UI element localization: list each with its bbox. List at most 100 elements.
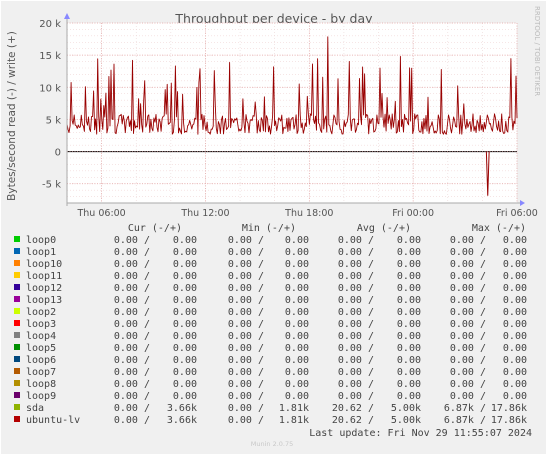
legend-cur-write: 0.00: [173, 379, 197, 390]
legend-name: ubuntu-lv: [26, 415, 80, 426]
legend-cur-write: 0.00: [173, 235, 197, 246]
y-tick-label: 5 k: [46, 115, 62, 126]
legend-min-read: 0.00 /: [228, 283, 264, 294]
y-tick-label: -5 k: [42, 180, 61, 191]
legend-cur-write: 3.66k: [167, 403, 197, 414]
x-tick-label: Thu 12:00: [180, 208, 229, 219]
header-max: Max (-/+): [472, 223, 526, 234]
y-tick-label: 10 k: [39, 83, 61, 94]
legend-cur-write: 0.00: [173, 391, 197, 402]
legend-max-read: 0.00 /: [450, 259, 486, 270]
legend-name: loop9: [26, 391, 56, 402]
legend-cur-write: 0.00: [173, 307, 197, 318]
legend-max-write: 0.00: [503, 235, 527, 246]
legend-avg-read: 0.00 /: [338, 331, 374, 342]
legend-swatch: [14, 344, 20, 350]
legend-max-read: 6.87k /: [444, 415, 486, 426]
legend-min-read: 0.00 /: [228, 295, 264, 306]
legend-avg-read: 20.62 /: [332, 415, 374, 426]
legend-max-read: 0.00 /: [450, 295, 486, 306]
legend-avg-read: 0.00 /: [338, 355, 374, 366]
header-cur: Cur (-/+): [128, 223, 182, 234]
legend-min-write: 0.00: [285, 307, 309, 318]
legend-min-read: 0.00 /: [228, 271, 264, 282]
legend-avg-read: 0.00 /: [338, 295, 374, 306]
legend-min-read: 0.00 /: [228, 247, 264, 258]
legend-max-write: 0.00: [503, 355, 527, 366]
legend-max-read: 0.00 /: [450, 307, 486, 318]
legend-name: sda: [26, 403, 44, 414]
legend-max-write: 17.86k: [491, 403, 527, 414]
y-tick-label: 20 k: [39, 19, 61, 30]
y-tick-label: 15 k: [39, 51, 61, 62]
legend-max-write: 0.00: [503, 343, 527, 354]
legend-cur-read: 0.00 /: [114, 403, 150, 414]
legend-avg-write: 5.00k: [391, 415, 421, 426]
y-tick-label: 0: [55, 148, 61, 159]
legend-max-read: 6.87k /: [444, 403, 486, 414]
legend-name: loop1: [26, 247, 56, 258]
legend-min-read: 0.00 /: [228, 403, 264, 414]
legend-name: loop0: [26, 235, 56, 246]
legend-avg-write: 5.00k: [391, 403, 421, 414]
legend-min-read: 0.00 /: [228, 235, 264, 246]
legend-max-read: 0.00 /: [450, 355, 486, 366]
legend-min-write: 0.00: [285, 379, 309, 390]
legend-max-read: 0.00 /: [450, 391, 486, 402]
legend-swatch: [14, 368, 20, 374]
legend-min-read: 0.00 /: [228, 259, 264, 270]
legend-min-read: 0.00 /: [228, 391, 264, 402]
legend-name: loop12: [26, 283, 62, 294]
legend-cur-read: 0.00 /: [114, 259, 150, 270]
last-update: Last update: Fri Nov 29 11:55:07 2024: [309, 428, 532, 439]
legend-cur-write: 0.00: [173, 355, 197, 366]
legend-name: loop11: [26, 271, 62, 282]
legend-max-write: 0.00: [503, 283, 527, 294]
legend-avg-read: 0.00 /: [338, 391, 374, 402]
legend-cur-read: 0.00 /: [114, 235, 150, 246]
legend-swatch: [14, 392, 20, 398]
legend-min-read: 0.00 /: [228, 343, 264, 354]
legend-min-write: 0.00: [285, 271, 309, 282]
legend-avg-read: 0.00 /: [338, 319, 374, 330]
legend-cur-read: 0.00 /: [114, 319, 150, 330]
legend-name: loop2: [26, 307, 56, 318]
legend-avg-write: 0.00: [397, 355, 421, 366]
legend-cur-read: 0.00 /: [114, 355, 150, 366]
legend-min-write: 0.00: [285, 259, 309, 270]
legend-max-write: 0.00: [503, 247, 527, 258]
legend-swatch: [14, 320, 20, 326]
legend-min-write: 1.81k: [279, 415, 309, 426]
legend-cur-write: 0.00: [173, 295, 197, 306]
throughput-chart: Throughput per device - by day RRDTOOL /…: [0, 0, 547, 455]
legend-name: loop8: [26, 379, 56, 390]
legend-swatch: [14, 236, 20, 242]
legend-max-write: 0.00: [503, 271, 527, 282]
legend-min-read: 0.00 /: [228, 307, 264, 318]
legend-avg-read: 0.00 /: [338, 283, 374, 294]
legend-min-write: 0.00: [285, 283, 309, 294]
legend-min-read: 0.00 /: [228, 319, 264, 330]
x-tick-label: Thu 18:00: [284, 208, 333, 219]
header-avg: Avg (-/+): [357, 223, 411, 234]
legend-avg-write: 0.00: [397, 271, 421, 282]
legend-min-write: 1.81k: [279, 403, 309, 414]
legend-max-write: 0.00: [503, 367, 527, 378]
legend-avg-read: 0.00 /: [338, 367, 374, 378]
legend-cur-write: 0.00: [173, 271, 197, 282]
legend-max-read: 0.00 /: [450, 235, 486, 246]
legend-min-write: 0.00: [285, 319, 309, 330]
legend-swatch: [14, 284, 20, 290]
legend-avg-write: 0.00: [397, 259, 421, 270]
legend-max-write: 0.00: [503, 379, 527, 390]
legend-min-read: 0.00 /: [228, 379, 264, 390]
legend-name: loop4: [26, 331, 56, 342]
munin-version: Munin 2.0.75: [251, 440, 294, 448]
legend-min-write: 0.00: [285, 391, 309, 402]
legend-max-read: 0.00 /: [450, 343, 486, 354]
legend-min-read: 0.00 /: [228, 331, 264, 342]
legend-avg-read: 0.00 /: [338, 307, 374, 318]
header-min: Min (-/+): [242, 223, 296, 234]
legend-avg-write: 0.00: [397, 295, 421, 306]
legend-max-read: 0.00 /: [450, 379, 486, 390]
